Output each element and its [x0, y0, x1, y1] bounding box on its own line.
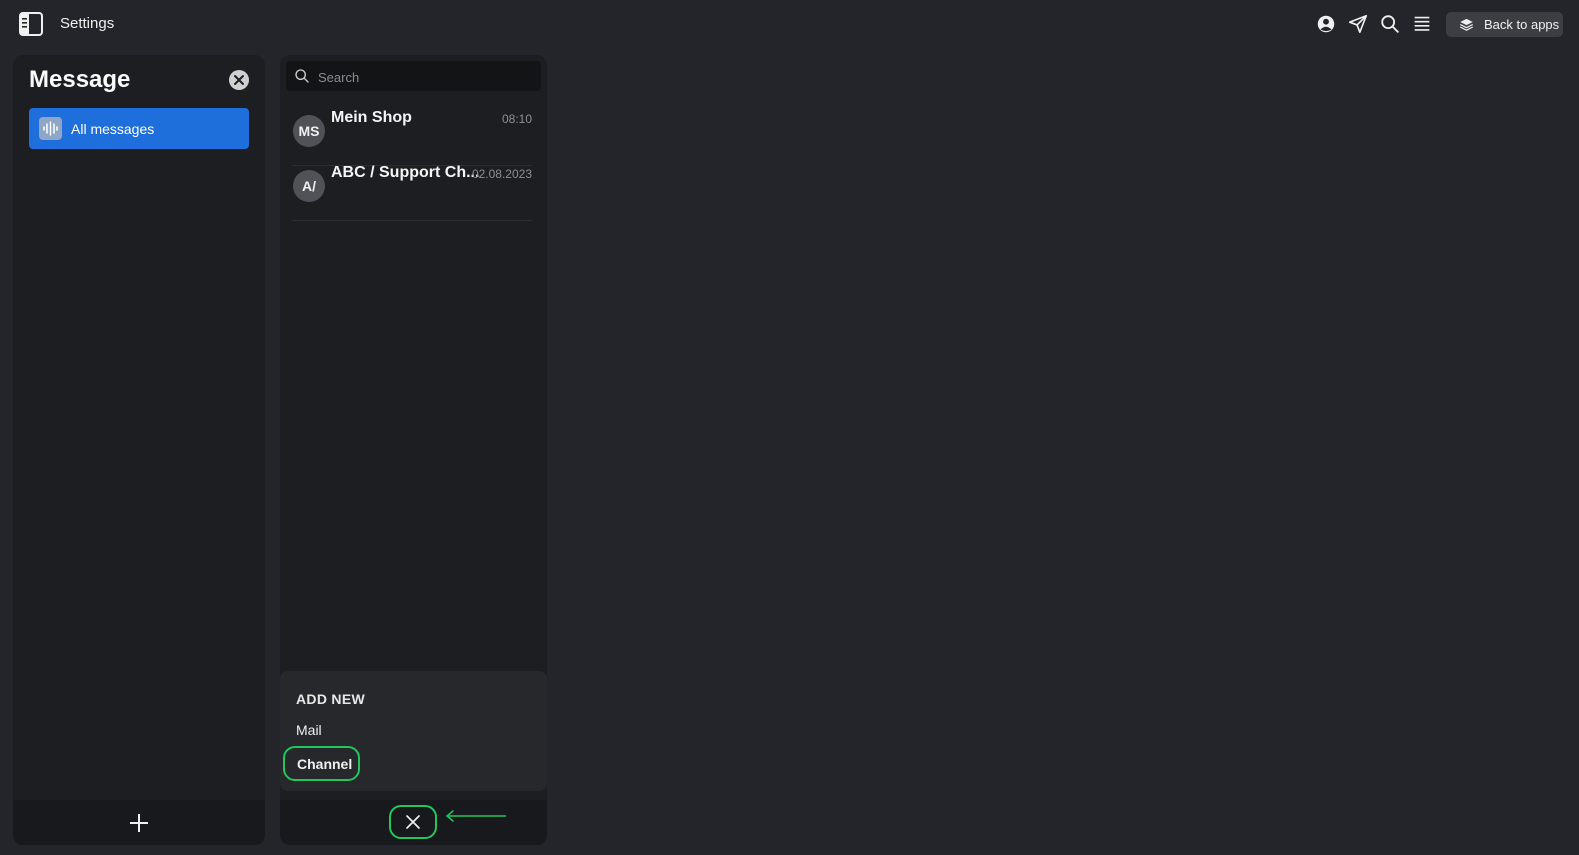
- conversation-list-panel: MS Mein Shop 08:10 A/ ABC / Support Ch..…: [280, 55, 547, 845]
- sidebar-item-all-messages[interactable]: All messages: [29, 108, 249, 149]
- menu-heading: ADD NEW: [296, 691, 365, 707]
- conversation-name: Mein Shop: [331, 109, 412, 126]
- back-to-apps-button[interactable]: Back to apps: [1446, 12, 1563, 37]
- top-bar: Settings Back to apps: [0, 0, 1579, 48]
- menu-lines-icon[interactable]: [1411, 13, 1433, 35]
- search-icon[interactable]: [1379, 13, 1401, 35]
- search-box[interactable]: [286, 61, 541, 93]
- add-new-menu: ADD NEW Mail Channel: [280, 671, 547, 791]
- sidebar-toggle-icon[interactable]: [19, 12, 43, 36]
- conversation-name: ABC / Support Ch...: [331, 164, 480, 181]
- menu-item-channel[interactable]: Channel: [283, 746, 360, 781]
- close-menu-button[interactable]: [389, 805, 437, 839]
- avatar: MS: [293, 115, 325, 147]
- message-sidebar: Message All messages: [13, 55, 265, 845]
- back-to-apps-label: Back to apps: [1484, 17, 1560, 32]
- arrow-left-icon: [445, 810, 506, 822]
- sidebar-title: Message: [29, 66, 131, 93]
- layers-icon: [1459, 18, 1474, 31]
- soundwave-icon: [39, 117, 62, 140]
- conversation-item[interactable]: MS Mein Shop 08:10: [292, 109, 532, 166]
- search-icon: [295, 69, 309, 83]
- conversation-time: 08:10: [501, 112, 532, 126]
- close-icon: [406, 815, 420, 829]
- search-input[interactable]: [316, 61, 540, 93]
- sidebar-footer: [13, 800, 265, 845]
- user-circle-icon[interactable]: [1315, 13, 1337, 35]
- send-icon[interactable]: [1347, 13, 1369, 35]
- conversation-item[interactable]: A/ ABC / Support Ch... 02.08.2023: [292, 164, 532, 221]
- sidebar-item-label: All messages: [71, 120, 155, 137]
- menu-item-mail[interactable]: Mail: [296, 722, 322, 738]
- conversation-time: 02.08.2023: [471, 167, 532, 181]
- app-title: Settings: [60, 15, 115, 32]
- close-circle-icon[interactable]: [229, 70, 249, 90]
- plus-icon[interactable]: [127, 811, 151, 835]
- avatar: A/: [293, 170, 325, 202]
- list-footer: [280, 800, 547, 845]
